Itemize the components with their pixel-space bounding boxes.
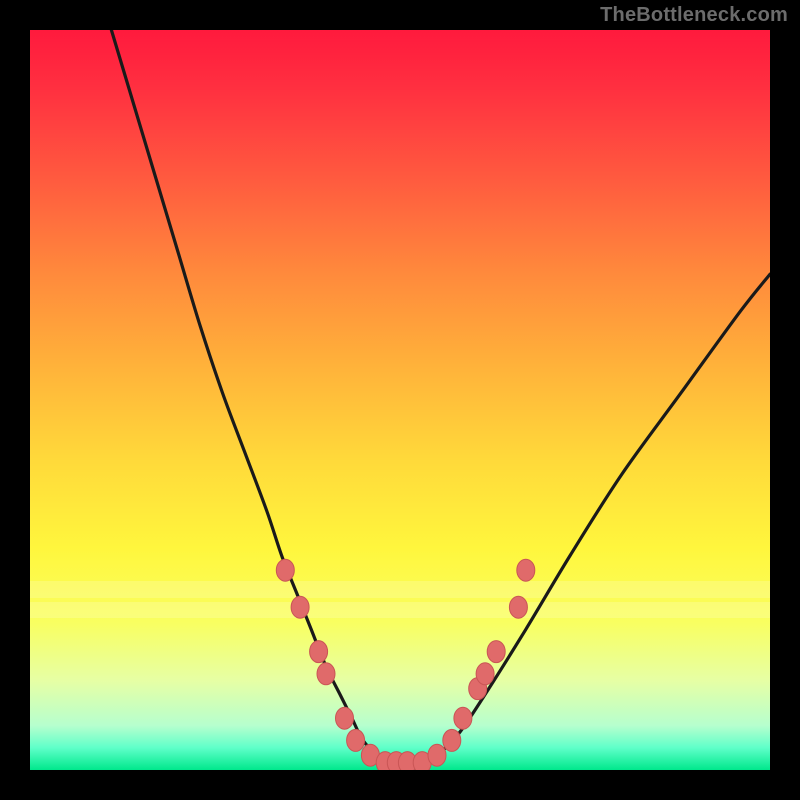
watermark-text: TheBottleneck.com	[600, 4, 788, 27]
curve-marker	[291, 596, 309, 618]
chart-frame: TheBottleneck.com	[0, 0, 800, 800]
curve-marker	[428, 744, 446, 766]
curve-marker	[276, 559, 294, 581]
chart-plot-area	[30, 30, 770, 770]
chart-svg	[30, 30, 770, 770]
curve-marker	[310, 641, 328, 663]
curve-marker	[509, 596, 527, 618]
bottleneck-curve	[111, 30, 770, 763]
curve-markers	[276, 559, 535, 770]
curve-marker	[443, 729, 461, 751]
curve-marker	[476, 663, 494, 685]
curve-marker	[317, 663, 335, 685]
curve-marker	[487, 641, 505, 663]
curve-marker	[347, 729, 365, 751]
curve-marker	[336, 707, 354, 729]
curve-marker	[454, 707, 472, 729]
curve-marker	[517, 559, 535, 581]
